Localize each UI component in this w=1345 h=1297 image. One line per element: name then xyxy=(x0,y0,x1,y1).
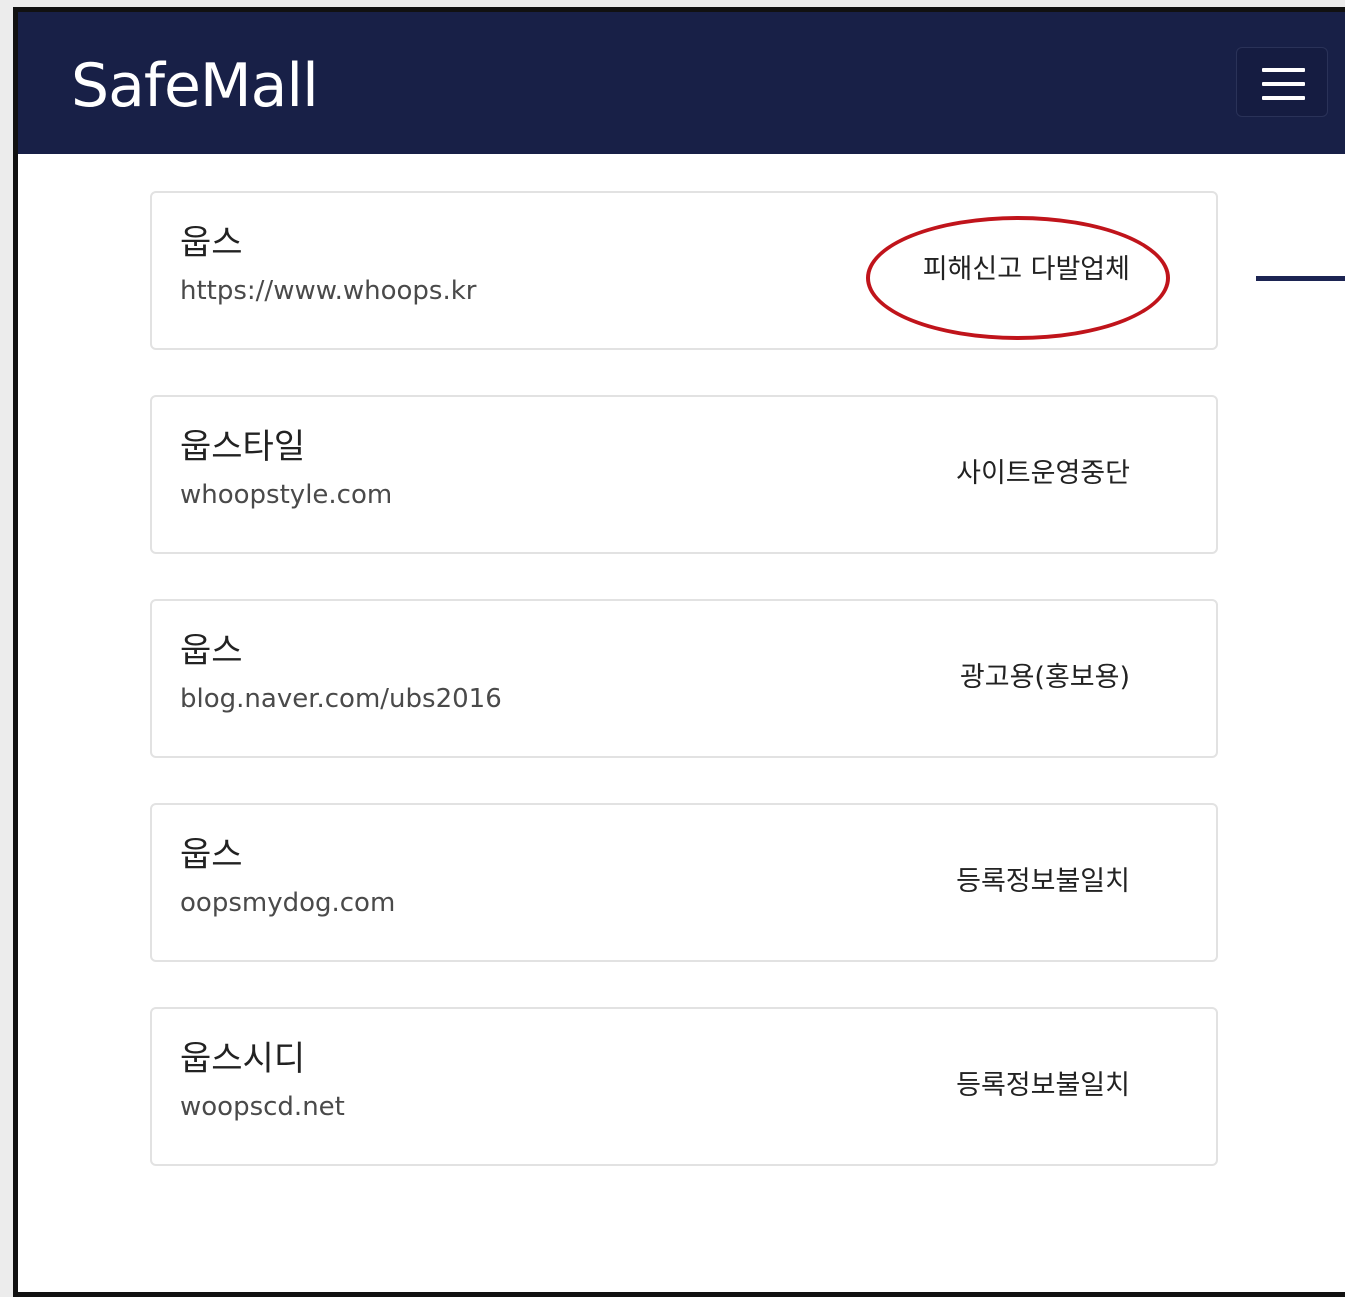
status-label: 광고용(홍보용) xyxy=(959,662,1130,693)
result-card[interactable]: 웁스 blog.naver.com/ubs2016 광고용(홍보용) xyxy=(150,599,1218,758)
navbar: SafeMall xyxy=(18,12,1345,154)
site-url: blog.naver.com/ubs2016 xyxy=(180,684,502,714)
site-name: 웁스 xyxy=(180,223,243,263)
brand-logo[interactable]: SafeMall xyxy=(71,50,319,122)
site-url: whoopstyle.com xyxy=(180,480,393,510)
site-name: 웁스 xyxy=(180,835,243,875)
highlight-ellipse xyxy=(866,216,1170,340)
site-name: 웁스시디 xyxy=(180,1039,306,1079)
status-label: 등록정보불일치 xyxy=(956,1070,1130,1101)
site-name: 웁스타일 xyxy=(180,427,306,467)
result-card[interactable]: 웁스타일 whoopstyle.com 사이트운영중단 xyxy=(150,395,1218,554)
status-label: 사이트운영중단 xyxy=(956,458,1130,489)
result-card[interactable]: 웁스 oopsmydog.com 등록정보불일치 xyxy=(150,803,1218,962)
site-url: https://www.whoops.kr xyxy=(180,276,477,306)
status-label: 등록정보불일치 xyxy=(956,866,1130,897)
site-url: woopscd.net xyxy=(180,1092,345,1122)
menu-button[interactable] xyxy=(1236,47,1328,117)
browser-frame: SafeMall 웁스 https://www.whoops.kr 피해신고 다… xyxy=(13,7,1345,1297)
site-name: 웁스 xyxy=(180,631,243,671)
annotation-line xyxy=(1256,276,1345,281)
result-card[interactable]: 웁스시디 woopscd.net 등록정보불일치 xyxy=(150,1007,1218,1166)
hamburger-menu-icon xyxy=(1262,68,1305,100)
site-url: oopsmydog.com xyxy=(180,888,396,918)
